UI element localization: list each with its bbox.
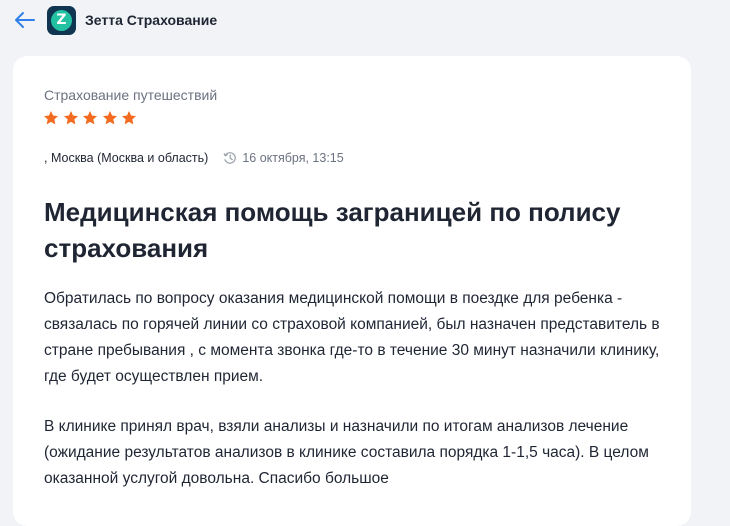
back-button[interactable] [12,9,38,31]
star-icon [83,111,97,125]
star-icon [122,111,136,125]
star-icon [63,111,78,125]
star-icon [102,111,117,125]
review-paragraph: Обратилась по вопросу оказания медицинск… [44,290,660,385]
company-name[interactable]: Зетта Страхование [85,12,217,28]
review-paragraph: В клинике принял врач, взяли анализы и н… [44,418,649,487]
arrow-left-icon [15,12,35,28]
review-category: Страхование путешествий [44,87,218,103]
review-card: Страхование путешествий , Москва (Москва… [13,56,691,526]
review-date: 16 октября, 13:15 [242,151,344,165]
rating-stars [43,110,137,126]
top-bar: Z Зетта Страхование [0,0,730,42]
review-location: , Москва (Москва и область) [44,151,209,165]
review-meta: , Москва (Москва и область) 16 октября, … [44,151,344,165]
star-icon [44,111,58,125]
clock-icon [223,152,237,164]
review-body: Обратилась по вопросу оказания медицинск… [44,286,676,492]
company-logo-letter: Z [51,10,72,31]
company-logo[interactable]: Z [47,6,76,35]
review-title: Медицинская помощь заграницей по полису … [44,197,621,263]
